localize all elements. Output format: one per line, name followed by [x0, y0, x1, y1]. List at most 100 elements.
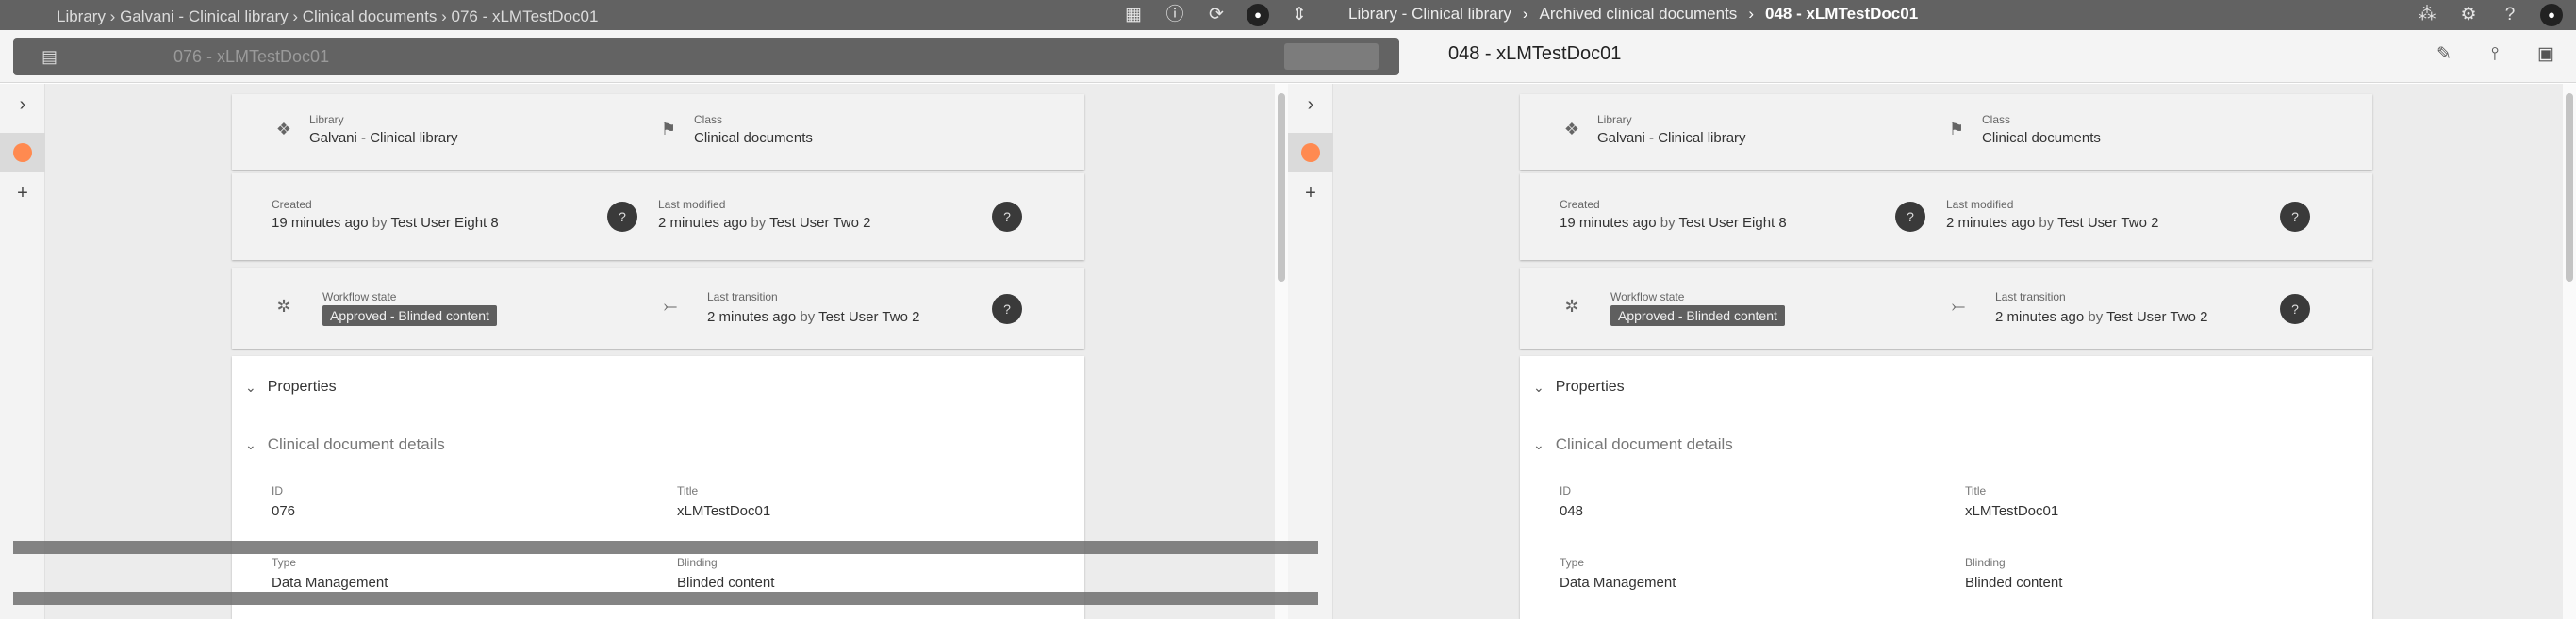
workflow-state-badge[interactable]: Approved - Blinded content: [322, 305, 497, 326]
properties-title: Properties: [267, 379, 337, 395]
properties-title: Properties: [1555, 379, 1625, 395]
workflow-state-badge[interactable]: Approved - Blinded content: [1610, 305, 1785, 326]
left-rail: › +: [0, 84, 45, 619]
id-label: ID: [272, 484, 283, 497]
avatar-icon[interactable]: ●: [1247, 4, 1269, 26]
audit-card: Created 19 minutes ago by Test User Eigh…: [1520, 173, 2372, 260]
details-title: Clinical document details: [267, 435, 445, 453]
by-text: by: [372, 215, 388, 231]
left-document-header: ▤ 076 - xLMTestDoc01: [13, 38, 1399, 75]
breadcrumb: Library - Clinical library › Archived cl…: [1348, 5, 1918, 24]
modified-user[interactable]: Test User Two 2: [2057, 215, 2158, 231]
class-icon: ⚑: [660, 120, 677, 138]
crumb-separator: ›: [1522, 5, 1528, 23]
apps-icon[interactable]: ⁂: [2416, 4, 2438, 26]
left-doc-actions[interactable]: [1284, 43, 1379, 70]
title-label: Title: [677, 484, 699, 497]
transition-user[interactable]: Test User Two 2: [2106, 309, 2207, 325]
user-avatar-icon[interactable]: ●: [2540, 4, 2563, 26]
settings-icon[interactable]: ⚙: [2457, 4, 2480, 26]
pin-icon[interactable]: ⫯: [2484, 43, 2506, 66]
workflow-icon: ✲: [1564, 297, 1579, 316]
class-value[interactable]: Clinical documents: [1982, 130, 2101, 146]
left-scroll-thumb[interactable]: [1278, 93, 1285, 282]
type-value: Data Management: [1560, 575, 1676, 591]
class-value[interactable]: Clinical documents: [694, 130, 813, 146]
right-doc-title: 048 - xLMTestDoc01: [1448, 43, 1622, 64]
transition-user-avatar-icon[interactable]: ?: [2280, 294, 2310, 324]
transition-value: 2 minutes ago by Test User Two 2: [1995, 309, 2207, 325]
library-value[interactable]: Galvani - Clinical library: [1597, 130, 1746, 146]
library-icon: ❖: [275, 120, 292, 138]
add-button[interactable]: +: [1299, 182, 1322, 204]
created-label: Created: [272, 198, 312, 211]
modified-user[interactable]: Test User Two 2: [769, 215, 870, 231]
created-user-avatar-icon[interactable]: ?: [1895, 202, 1925, 232]
details-header[interactable]: ⌄ Clinical document details: [1533, 435, 1733, 454]
created-user[interactable]: Test User Eight 8: [1679, 215, 1787, 231]
library-value[interactable]: Galvani - Clinical library: [309, 130, 458, 146]
info-icon[interactable]: ⓘ: [1164, 4, 1186, 26]
created-time: 19 minutes ago: [272, 215, 369, 231]
transition-time: 2 minutes ago: [707, 309, 797, 325]
top-mid-icons: ▦ ⓘ ⟳ ● ⇕: [1122, 4, 1311, 26]
class-label: Class: [694, 113, 723, 126]
right-scroll-thumb[interactable]: [2566, 93, 2573, 282]
expand-button[interactable]: ›: [11, 93, 34, 116]
title-value: xLMTestDoc01: [1965, 503, 2059, 519]
expand-button[interactable]: ›: [1299, 93, 1322, 116]
left-breadcrumb[interactable]: Library › Galvani - Clinical library › C…: [57, 8, 598, 26]
top-right-icons: ⁂ ⚙ ? ●: [2416, 4, 2563, 26]
workflow-label: Workflow state: [322, 290, 397, 303]
created-user[interactable]: Test User Eight 8: [391, 215, 499, 231]
library-label: Library: [1597, 113, 1632, 126]
id-value: 048: [1560, 503, 1584, 519]
audit-card: Created 19 minutes ago by Test User Eigh…: [232, 173, 1084, 260]
details-header[interactable]: ⌄ Clinical document details: [245, 435, 445, 454]
status-dot-icon[interactable]: [1301, 143, 1320, 162]
status-dot-icon[interactable]: [13, 143, 32, 162]
document-toolbar: ▤ 076 - xLMTestDoc01 048 - xLMTestDoc01 …: [0, 30, 2576, 83]
properties-header[interactable]: ⌄ Properties: [245, 379, 337, 396]
transition-label: Last transition: [1995, 290, 2066, 303]
right-scrollbar[interactable]: [2563, 84, 2576, 619]
type-label: Type: [272, 556, 297, 569]
by-text: by: [2088, 309, 2104, 325]
library-label: Library: [309, 113, 344, 126]
left-scrollbar[interactable]: [1275, 84, 1288, 619]
transition-time: 2 minutes ago: [1995, 309, 2085, 325]
add-button[interactable]: +: [11, 182, 34, 204]
layout-icon[interactable]: ▣: [2535, 43, 2557, 66]
modified-user-avatar-icon[interactable]: ?: [2280, 202, 2310, 232]
chevron-down-icon: ⌄: [1533, 379, 1544, 395]
grid-icon[interactable]: ▦: [1122, 4, 1145, 26]
modified-user-avatar-icon[interactable]: ?: [992, 202, 1022, 232]
right-rail: › +: [1288, 84, 1333, 619]
overlay-bar: [13, 592, 1318, 605]
workflow-label: Workflow state: [1610, 290, 1685, 303]
chevron-down-icon: ⌄: [245, 436, 256, 452]
by-text: by: [800, 309, 816, 325]
edit-icon[interactable]: ✎: [2433, 43, 2455, 66]
modified-value: 2 minutes ago by Test User Two 2: [1946, 215, 2158, 231]
crumb-archive[interactable]: Archived clinical documents: [1540, 5, 1738, 24]
created-value: 19 minutes ago by Test User Eight 8: [1560, 215, 1787, 231]
transition-icon: ⤚: [663, 297, 678, 316]
title-label: Title: [1965, 484, 1987, 497]
refresh-icon[interactable]: ⟳: [1205, 4, 1228, 26]
transition-user[interactable]: Test User Two 2: [818, 309, 919, 325]
blinding-value: Blinded content: [677, 575, 775, 591]
properties-header[interactable]: ⌄ Properties: [1533, 379, 1625, 396]
crumb-library[interactable]: Library - Clinical library: [1348, 5, 1511, 24]
doc-actions: ✎ ⫯ ▣: [2433, 43, 2557, 66]
transition-icon: ⤚: [1951, 297, 1966, 316]
left-doc-icon: ▤: [41, 47, 58, 66]
up-down-icon[interactable]: ⇕: [1288, 4, 1311, 26]
created-user-avatar-icon[interactable]: ?: [607, 202, 637, 232]
by-text: by: [751, 215, 767, 231]
transition-user-avatar-icon[interactable]: ?: [992, 294, 1022, 324]
workflow-card: ✲ Workflow state Approved - Blinded cont…: [232, 268, 1084, 349]
properties-card: ⌄ Properties ⌄ Clinical document details…: [1520, 356, 2372, 619]
help-icon[interactable]: ?: [2499, 4, 2521, 26]
blinding-label: Blinding: [677, 556, 718, 569]
